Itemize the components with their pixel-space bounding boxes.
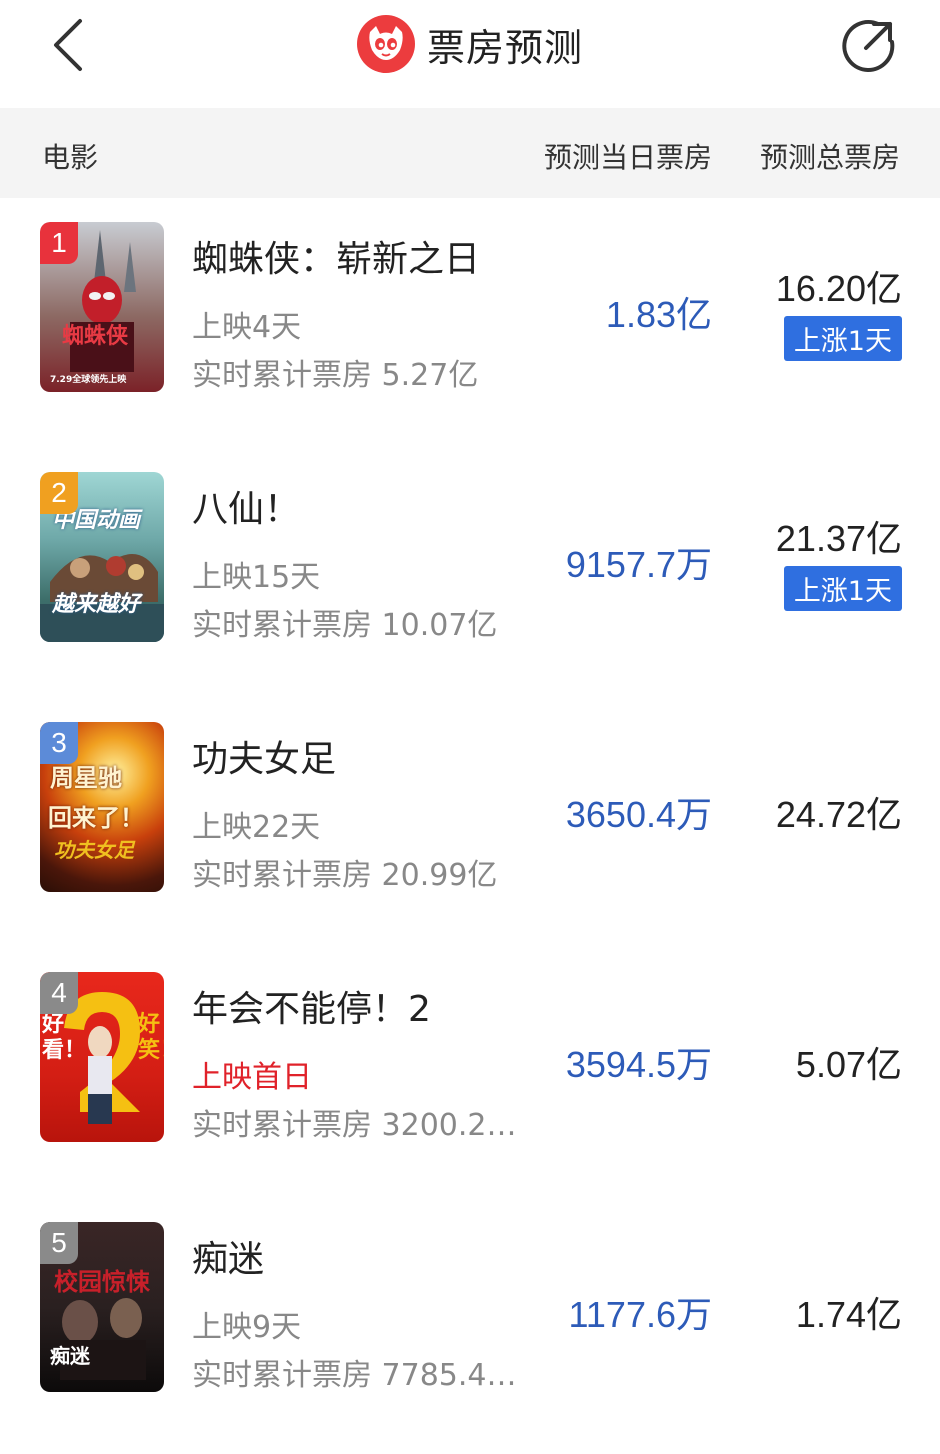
- rank-badge: 5: [40, 1222, 78, 1264]
- rank-badge: 4: [40, 972, 78, 1014]
- column-total-forecast-label[interactable]: 预测总票房: [760, 136, 900, 176]
- release-days: 上映22天: [192, 810, 321, 845]
- top-bar: 票房预测: [0, 0, 940, 108]
- release-days: 上映首日: [192, 1060, 312, 1095]
- rank-badge: 2: [40, 472, 78, 514]
- page-header: 票房预测: [0, 14, 940, 74]
- poster-release-text: 7.29全球领先上映: [50, 375, 127, 385]
- release-days: 上映4天: [192, 310, 302, 345]
- total-forecast-cell: 24.72亿: [776, 786, 902, 838]
- share-icon: [842, 20, 895, 72]
- release-days: 上映15天: [192, 560, 321, 595]
- movie-poster[interactable]: 中国动画 越来越好 2: [40, 472, 164, 642]
- daily-forecast: 1177.6万: [568, 1294, 712, 1335]
- cumulative-box-office: 实时累计票房 3200.2…: [192, 1108, 517, 1143]
- column-header: 电影 预测当日票房 预测总票房: [0, 108, 940, 198]
- total-forecast-cell: 5.07亿: [796, 1036, 902, 1088]
- total-forecast: 24.72亿: [775, 794, 902, 835]
- total-forecast: 1.74亿: [795, 1294, 902, 1335]
- poster-tagline-text: 校园惊悚: [54, 1268, 150, 1296]
- cumulative-box-office: 实时累计票房 7785.4…: [192, 1358, 517, 1393]
- page-title: 票房预测: [426, 25, 583, 70]
- total-forecast-cell: 21.37亿 上涨1天: [776, 510, 902, 611]
- daily-forecast: 3650.4万: [565, 794, 712, 835]
- column-movie-label: 电影: [42, 141, 99, 174]
- rise-badge: 上涨1天: [783, 316, 902, 361]
- movie-poster[interactable]: 蜘蛛侠 7.29全球领先上映 1: [40, 222, 164, 392]
- total-forecast-cell: 16.20亿 上涨1天: [776, 260, 902, 361]
- movie-title[interactable]: 蜘蛛侠：崭新之日: [192, 230, 480, 282]
- poster-subtitle-text: 回来了！: [48, 804, 144, 832]
- rise-badge: 上涨1天: [783, 566, 902, 611]
- rank-badge: 1: [40, 222, 78, 264]
- movie-title[interactable]: 年会不能停！2: [192, 980, 431, 1032]
- poster-left-slogan: 好看！: [42, 1012, 87, 1063]
- cumulative-box-office: 实时累计票房 20.99亿: [192, 858, 498, 893]
- movie-poster[interactable]: 校园惊悚 痴迷 5: [40, 1222, 164, 1392]
- movie-row[interactable]: 周星驰 回来了！ 功夫女足 3 功夫女足 上映22天 实时累计票房 20.99亿…: [0, 698, 940, 948]
- release-days: 上映9天: [192, 1310, 302, 1345]
- poster-name-text: 功夫女足: [54, 838, 134, 862]
- total-forecast: 5.07亿: [795, 1044, 902, 1085]
- poster-title-text: 蜘蛛侠: [62, 324, 129, 349]
- rank-badge: 3: [40, 722, 78, 764]
- share-button[interactable]: [836, 12, 902, 78]
- cumulative-box-office: 实时累计票房 5.27亿: [192, 358, 479, 393]
- daily-forecast: 3594.5万: [565, 1044, 712, 1085]
- column-day-forecast-label[interactable]: 预测当日票房: [544, 136, 712, 176]
- movie-poster[interactable]: 好看！ 好笑！ 4: [40, 972, 164, 1142]
- movie-row[interactable]: 好看！ 好笑！ 4 年会不能停！2 上映首日 实时累计票房 3200.2… 35…: [0, 948, 940, 1198]
- total-forecast: 16.20亿: [775, 268, 902, 309]
- movie-title[interactable]: 功夫女足: [192, 730, 336, 782]
- movie-list: 蜘蛛侠 7.29全球领先上映 1 蜘蛛侠：崭新之日 上映4天 实时累计票房 5.…: [0, 198, 940, 1448]
- movie-row[interactable]: 校园惊悚 痴迷 5 痴迷 上映9天 实时累计票房 7785.4… 1177.6万…: [0, 1198, 940, 1448]
- movie-title[interactable]: 痴迷: [192, 1230, 264, 1282]
- total-forecast-cell: 1.74亿: [796, 1286, 902, 1338]
- movie-title[interactable]: 八仙！: [192, 480, 300, 532]
- poster-slogan-text: 越来越好: [52, 592, 141, 617]
- cumulative-box-office: 实时累计票房 10.07亿: [192, 608, 498, 643]
- maoyan-logo-icon: [356, 15, 415, 73]
- poster-title-text: 痴迷: [50, 1344, 90, 1368]
- movie-row[interactable]: 中国动画 越来越好 2 八仙！ 上映15天 实时累计票房 10.07亿 9157…: [0, 448, 940, 698]
- daily-forecast: 1.83亿: [605, 294, 712, 335]
- movie-poster[interactable]: 周星驰 回来了！ 功夫女足 3: [40, 722, 164, 892]
- movie-row[interactable]: 蜘蛛侠 7.29全球领先上映 1 蜘蛛侠：崭新之日 上映4天 实时累计票房 5.…: [0, 198, 940, 448]
- daily-forecast: 9157.7万: [565, 544, 712, 585]
- total-forecast: 21.37亿: [775, 518, 902, 559]
- poster-right-slogan: 好笑！: [138, 1012, 164, 1063]
